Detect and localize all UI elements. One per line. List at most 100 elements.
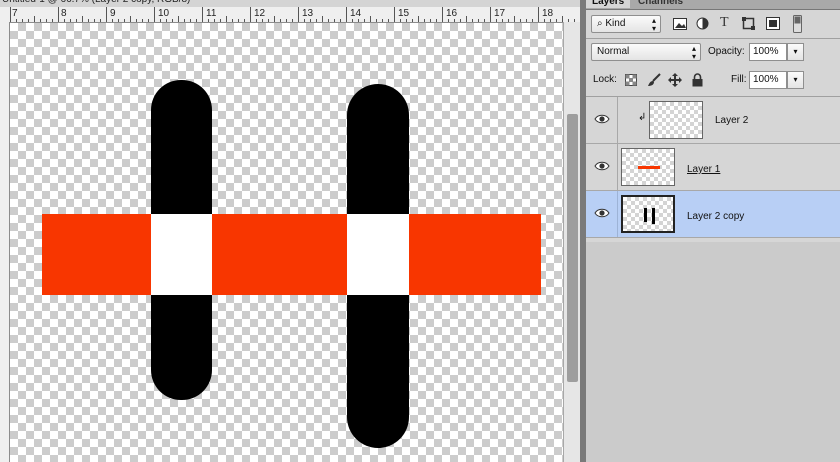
vertical-scrollbar[interactable] <box>563 22 581 462</box>
image-filter-icon[interactable] <box>673 18 687 33</box>
ruler-tick <box>400 19 401 22</box>
ruler-tick <box>508 19 509 22</box>
layer-thumbnail[interactable] <box>649 101 703 139</box>
layer-divider <box>617 191 618 237</box>
layer-row[interactable]: ↲ Layer 2 <box>586 97 840 144</box>
ruler-tick <box>34 16 35 22</box>
vertical-ruler <box>0 22 10 462</box>
ruler-tick <box>142 19 143 22</box>
smart-object-filter-icon[interactable] <box>766 17 780 33</box>
ruler-label: 10 <box>158 8 170 19</box>
fill-input[interactable]: 100% <box>749 71 787 89</box>
ruler-tick <box>418 16 419 22</box>
ruler-tick <box>298 7 299 22</box>
ruler-tick <box>490 7 491 22</box>
ruler-tick <box>472 19 473 22</box>
thumbnail-left-post <box>644 208 647 222</box>
layer-name[interactable]: Layer 2 <box>715 115 748 127</box>
ruler-tick <box>364 19 365 22</box>
ruler-tick <box>484 19 485 22</box>
ruler-tick <box>184 19 185 22</box>
ruler-tick <box>424 19 425 22</box>
ruler-tick <box>526 19 527 22</box>
layer-thumbnail[interactable] <box>621 195 675 233</box>
ruler-tick <box>76 19 77 22</box>
adjustment-filter-icon[interactable] <box>696 17 709 33</box>
lock-image-icon[interactable] <box>647 73 661 90</box>
document-canvas[interactable] <box>10 23 563 462</box>
ruler-tick <box>178 16 179 22</box>
ruler-tick <box>238 19 239 22</box>
tab-channels[interactable]: Channels <box>632 0 689 8</box>
ruler-tick <box>70 19 71 22</box>
eye-icon[interactable] <box>594 206 610 220</box>
ruler-tick <box>370 16 371 22</box>
separator <box>586 38 840 39</box>
ruler-tick <box>160 19 161 22</box>
ruler-tick <box>394 7 395 22</box>
white-overlap-right <box>347 214 409 295</box>
ruler-tick <box>442 7 443 22</box>
eye-icon[interactable] <box>594 112 610 126</box>
blend-mode-select[interactable]: Normal ▴ ▾ <box>591 43 701 61</box>
ruler-tick <box>334 19 335 22</box>
ruler-tick <box>448 19 449 22</box>
ruler-tick <box>454 19 455 22</box>
ruler-tick <box>46 19 47 22</box>
lock-transparent-icon[interactable] <box>625 74 637 89</box>
fill-dropdown-button[interactable]: ▾ <box>787 71 804 89</box>
ruler-tick <box>304 19 305 22</box>
eye-icon[interactable] <box>594 159 610 173</box>
ruler-tick <box>208 19 209 22</box>
fill-label: Fill: <box>731 74 747 85</box>
ruler-tick <box>28 19 29 22</box>
ruler-tick <box>100 19 101 22</box>
chevron-down-icon: ▾ <box>793 47 798 56</box>
ruler-tick <box>382 19 383 22</box>
ruler-tick <box>106 7 107 22</box>
select-arrows-icon: ▴ ▾ <box>691 44 696 61</box>
lock-all-icon[interactable] <box>692 73 703 90</box>
ruler-tick <box>406 19 407 22</box>
ruler-tick <box>274 16 275 22</box>
ruler-tick <box>322 16 323 22</box>
lock-position-icon[interactable] <box>668 73 682 90</box>
ruler-tick <box>88 19 89 22</box>
panel-tab-bar: Layers Channels <box>586 0 840 10</box>
shape-filter-icon[interactable] <box>742 17 755 33</box>
ruler-tick <box>22 19 23 22</box>
layer-thumbnail[interactable] <box>621 148 675 186</box>
ruler-tick <box>10 7 11 22</box>
select-arrows-icon: ▴ ▾ <box>651 16 656 33</box>
ruler-tick <box>130 16 131 22</box>
ruler-label: 13 <box>302 8 314 19</box>
scrollbar-thumb[interactable] <box>567 114 578 382</box>
opacity-dropdown-button[interactable]: ▾ <box>787 43 804 61</box>
tab-layers[interactable]: Layers <box>586 0 631 8</box>
ruler-tick <box>502 19 503 22</box>
ruler-tick <box>538 7 539 22</box>
layer-name[interactable]: Layer 2 copy <box>687 211 744 223</box>
layers-panel: Layers Channels ⌕ Kind ▴▾ T Normal ▴▾ <box>586 0 840 462</box>
ruler-tick <box>154 7 155 22</box>
ruler-tick <box>166 19 167 22</box>
type-filter-icon[interactable]: T <box>720 16 729 30</box>
filter-kind-select[interactable]: ⌕ Kind ▴ ▾ <box>591 15 661 33</box>
ruler-tick <box>220 19 221 22</box>
opacity-input[interactable]: 100% <box>749 43 787 61</box>
ruler-label: 7 <box>12 8 18 19</box>
white-overlap-left <box>151 214 212 295</box>
chevron-down-icon: ▾ <box>793 75 798 84</box>
layer-name[interactable]: Layer 1 <box>687 164 720 176</box>
ruler-tick <box>112 19 113 22</box>
ruler-tick <box>430 19 431 22</box>
filter-toggle-icon[interactable] <box>793 15 802 36</box>
lock-label: Lock: <box>593 74 617 85</box>
layer-row-selected[interactable]: Layer 2 copy <box>586 191 840 238</box>
ruler-tick <box>148 19 149 22</box>
ruler-tick <box>412 19 413 22</box>
ruler-label: 9 <box>110 8 116 19</box>
ruler-tick <box>346 7 347 22</box>
ruler-tick <box>286 19 287 22</box>
layer-row[interactable]: Layer 1 <box>586 144 840 191</box>
